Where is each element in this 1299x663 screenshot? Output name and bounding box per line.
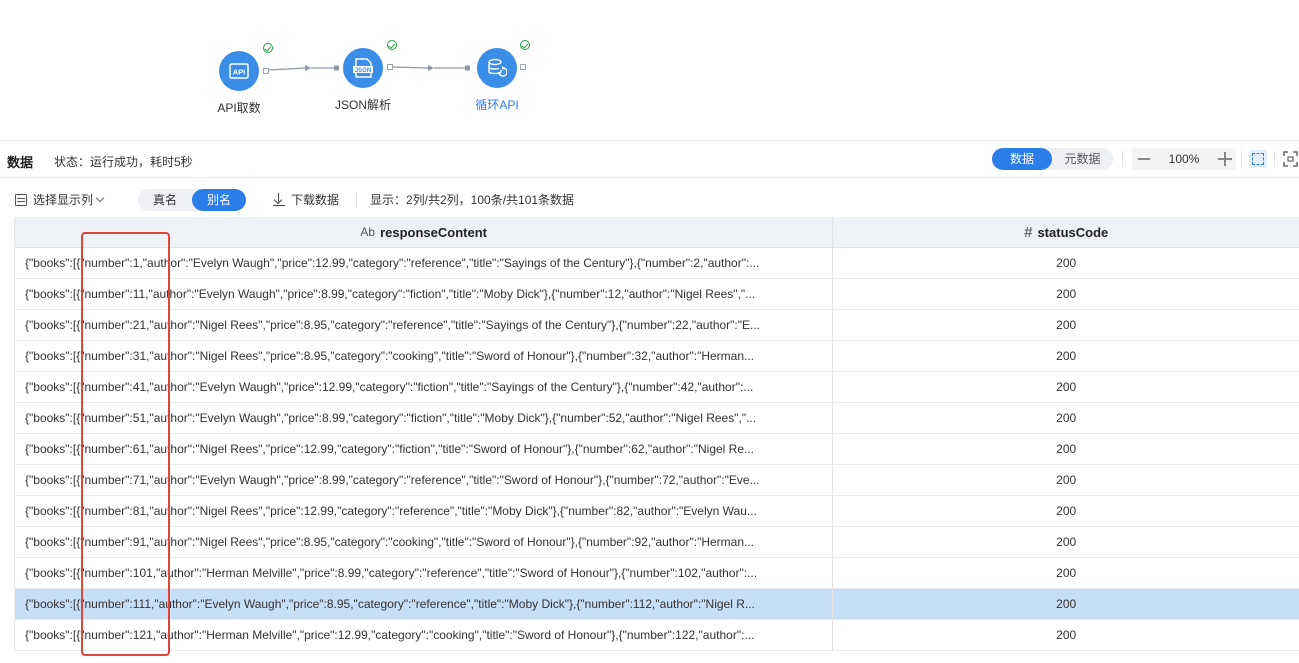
table-row[interactable]: {"books":[{"number":31,"author":"Nigel R…	[15, 341, 1299, 372]
flow-node-json-parse[interactable]: JSON JSON解析	[318, 48, 408, 113]
svg-text:API: API	[233, 68, 246, 77]
cell-responsecontent: {"books":[{"number":21,"author":"Nigel R…	[15, 310, 834, 340]
list-icon	[15, 193, 27, 206]
cell-responsecontent: {"books":[{"number":111,"author":"Evelyn…	[15, 589, 834, 619]
run-status: 状态：运行成功，耗时5秒	[54, 155, 193, 169]
cell-responsecontent: {"books":[{"number":121,"author":"Herman…	[15, 620, 834, 650]
table-row[interactable]: {"books":[{"number":111,"author":"Evelyn…	[15, 589, 1299, 620]
cell-statuscode: 200	[1056, 380, 1077, 394]
table-row[interactable]: {"books":[{"number":61,"author":"Nigel R…	[15, 434, 1299, 465]
alias-option[interactable]: 别名	[192, 189, 246, 211]
data-panel-header: 数据 状态：运行成功，耗时5秒 数据 元数据 100%	[0, 141, 1299, 177]
api-icon: API	[219, 51, 259, 91]
fit-view-icon[interactable]	[1249, 150, 1267, 168]
cell-statuscode: 200	[1056, 597, 1077, 611]
real-name-option[interactable]: 真名	[138, 189, 192, 211]
table-row[interactable]: {"books":[{"number":41,"author":"Evelyn …	[15, 372, 1299, 403]
flow-canvas[interactable]: API API取数 JSON JSON解析 循环API	[0, 0, 1299, 140]
download-label: 下载数据	[291, 193, 340, 207]
column-name: responseContent	[380, 224, 487, 240]
select-columns-button[interactable]: 选择显示列	[15, 191, 105, 208]
tab-metadata[interactable]: 元数据	[1052, 148, 1113, 170]
cell-statuscode: 200	[1056, 473, 1077, 487]
cell-responsecontent: {"books":[{"number":91,"author":"Nigel R…	[15, 527, 834, 557]
download-data-button[interactable]: 下载数据	[273, 191, 339, 208]
column-header-statuscode[interactable]: # statusCode	[833, 217, 1299, 247]
divider	[0, 177, 1299, 178]
table-row[interactable]: {"books":[{"number":101,"author":"Herman…	[15, 558, 1299, 589]
output-port[interactable]	[263, 68, 269, 74]
table-body: {"books":[{"number":1,"author":"Evelyn W…	[15, 248, 1299, 651]
column-name: statusCode	[1037, 224, 1109, 240]
cell-statuscode: 200	[1056, 349, 1077, 363]
flow-node-label: 循环API	[475, 98, 519, 112]
flow-node-label: JSON解析	[334, 98, 391, 112]
cell-responsecontent: {"books":[{"number":1,"author":"Evelyn W…	[15, 248, 834, 278]
panel-title: 数据	[7, 155, 34, 170]
download-icon	[273, 193, 285, 206]
display-info: 显示：2列/共2列，100条/共101条数据	[370, 193, 575, 207]
table-row[interactable]: {"books":[{"number":121,"author":"Herman…	[15, 620, 1299, 651]
cell-statuscode: 200	[1056, 287, 1077, 301]
tab-data[interactable]: 数据	[992, 148, 1052, 170]
table-row[interactable]: {"books":[{"number":91,"author":"Nigel R…	[15, 527, 1299, 558]
cell-responsecontent: {"books":[{"number":81,"author":"Nigel R…	[15, 496, 834, 526]
cell-statuscode: 200	[1056, 504, 1077, 518]
output-port[interactable]	[387, 64, 393, 70]
zoom-in-icon[interactable]	[1218, 152, 1232, 166]
number-type-icon: #	[1024, 223, 1033, 241]
zoom-control: 100%	[1132, 148, 1236, 170]
flow-node-api-fetch[interactable]: API API取数	[194, 51, 284, 116]
chevron-down-icon	[95, 193, 105, 202]
divider	[1122, 151, 1123, 167]
cell-responsecontent: {"books":[{"number":71,"author":"Evelyn …	[15, 465, 834, 495]
data-table: Ab responseContent # statusCode {"books"…	[14, 217, 1299, 651]
cell-responsecontent: {"books":[{"number":31,"author":"Nigel R…	[15, 341, 834, 371]
select-columns-label: 选择显示列	[33, 193, 94, 207]
table-row[interactable]: {"books":[{"number":11,"author":"Evelyn …	[15, 279, 1299, 310]
table-row[interactable]: {"books":[{"number":51,"author":"Evelyn …	[15, 403, 1299, 434]
fullscreen-icon[interactable]	[1282, 150, 1299, 168]
table-row[interactable]: {"books":[{"number":21,"author":"Nigel R…	[15, 310, 1299, 341]
json-file-icon: JSON	[343, 48, 383, 88]
name-mode-switch: 真名 别名	[138, 189, 246, 211]
cell-responsecontent: {"books":[{"number":11,"author":"Evelyn …	[15, 279, 834, 309]
cell-statuscode: 200	[1056, 411, 1077, 425]
zoom-level: 100%	[1168, 152, 1200, 166]
table-row[interactable]: {"books":[{"number":81,"author":"Nigel R…	[15, 496, 1299, 527]
cell-statuscode: 200	[1056, 628, 1077, 642]
cell-responsecontent: {"books":[{"number":51,"author":"Evelyn …	[15, 403, 834, 433]
flow-node-label: API取数	[217, 101, 261, 115]
zoom-out-icon[interactable]	[1138, 158, 1150, 160]
divider	[1241, 151, 1242, 167]
table-row[interactable]: {"books":[{"number":1,"author":"Evelyn W…	[15, 248, 1299, 279]
column-header-responsecontent[interactable]: Ab responseContent	[15, 217, 834, 247]
divider	[1274, 151, 1275, 167]
cell-responsecontent: {"books":[{"number":61,"author":"Nigel R…	[15, 434, 834, 464]
output-port[interactable]	[520, 64, 526, 70]
table-header: Ab responseContent # statusCode	[15, 217, 1299, 248]
svg-text:JSON: JSON	[355, 68, 371, 74]
cell-statuscode: 200	[1056, 535, 1077, 549]
divider	[356, 193, 357, 207]
cell-responsecontent: {"books":[{"number":101,"author":"Herman…	[15, 558, 834, 588]
text-type-icon: Ab	[360, 225, 376, 239]
table-row[interactable]: {"books":[{"number":71,"author":"Evelyn …	[15, 465, 1299, 496]
cell-statuscode: 200	[1056, 318, 1077, 332]
view-switch: 数据 元数据	[992, 148, 1113, 170]
success-check-icon	[520, 40, 530, 50]
success-check-icon	[387, 40, 397, 50]
cell-responsecontent: {"books":[{"number":41,"author":"Evelyn …	[15, 372, 834, 402]
cell-statuscode: 200	[1056, 442, 1077, 456]
flow-node-loop-api[interactable]: 循环API	[452, 43, 542, 113]
cell-statuscode: 200	[1056, 566, 1077, 580]
success-check-icon	[263, 43, 273, 53]
table-toolbar: 选择显示列 真名 别名 下载数据 显示：2列/共2列，100条/共101条数据	[0, 185, 1299, 213]
database-loop-icon	[477, 48, 517, 88]
cell-statuscode: 200	[1056, 256, 1077, 270]
